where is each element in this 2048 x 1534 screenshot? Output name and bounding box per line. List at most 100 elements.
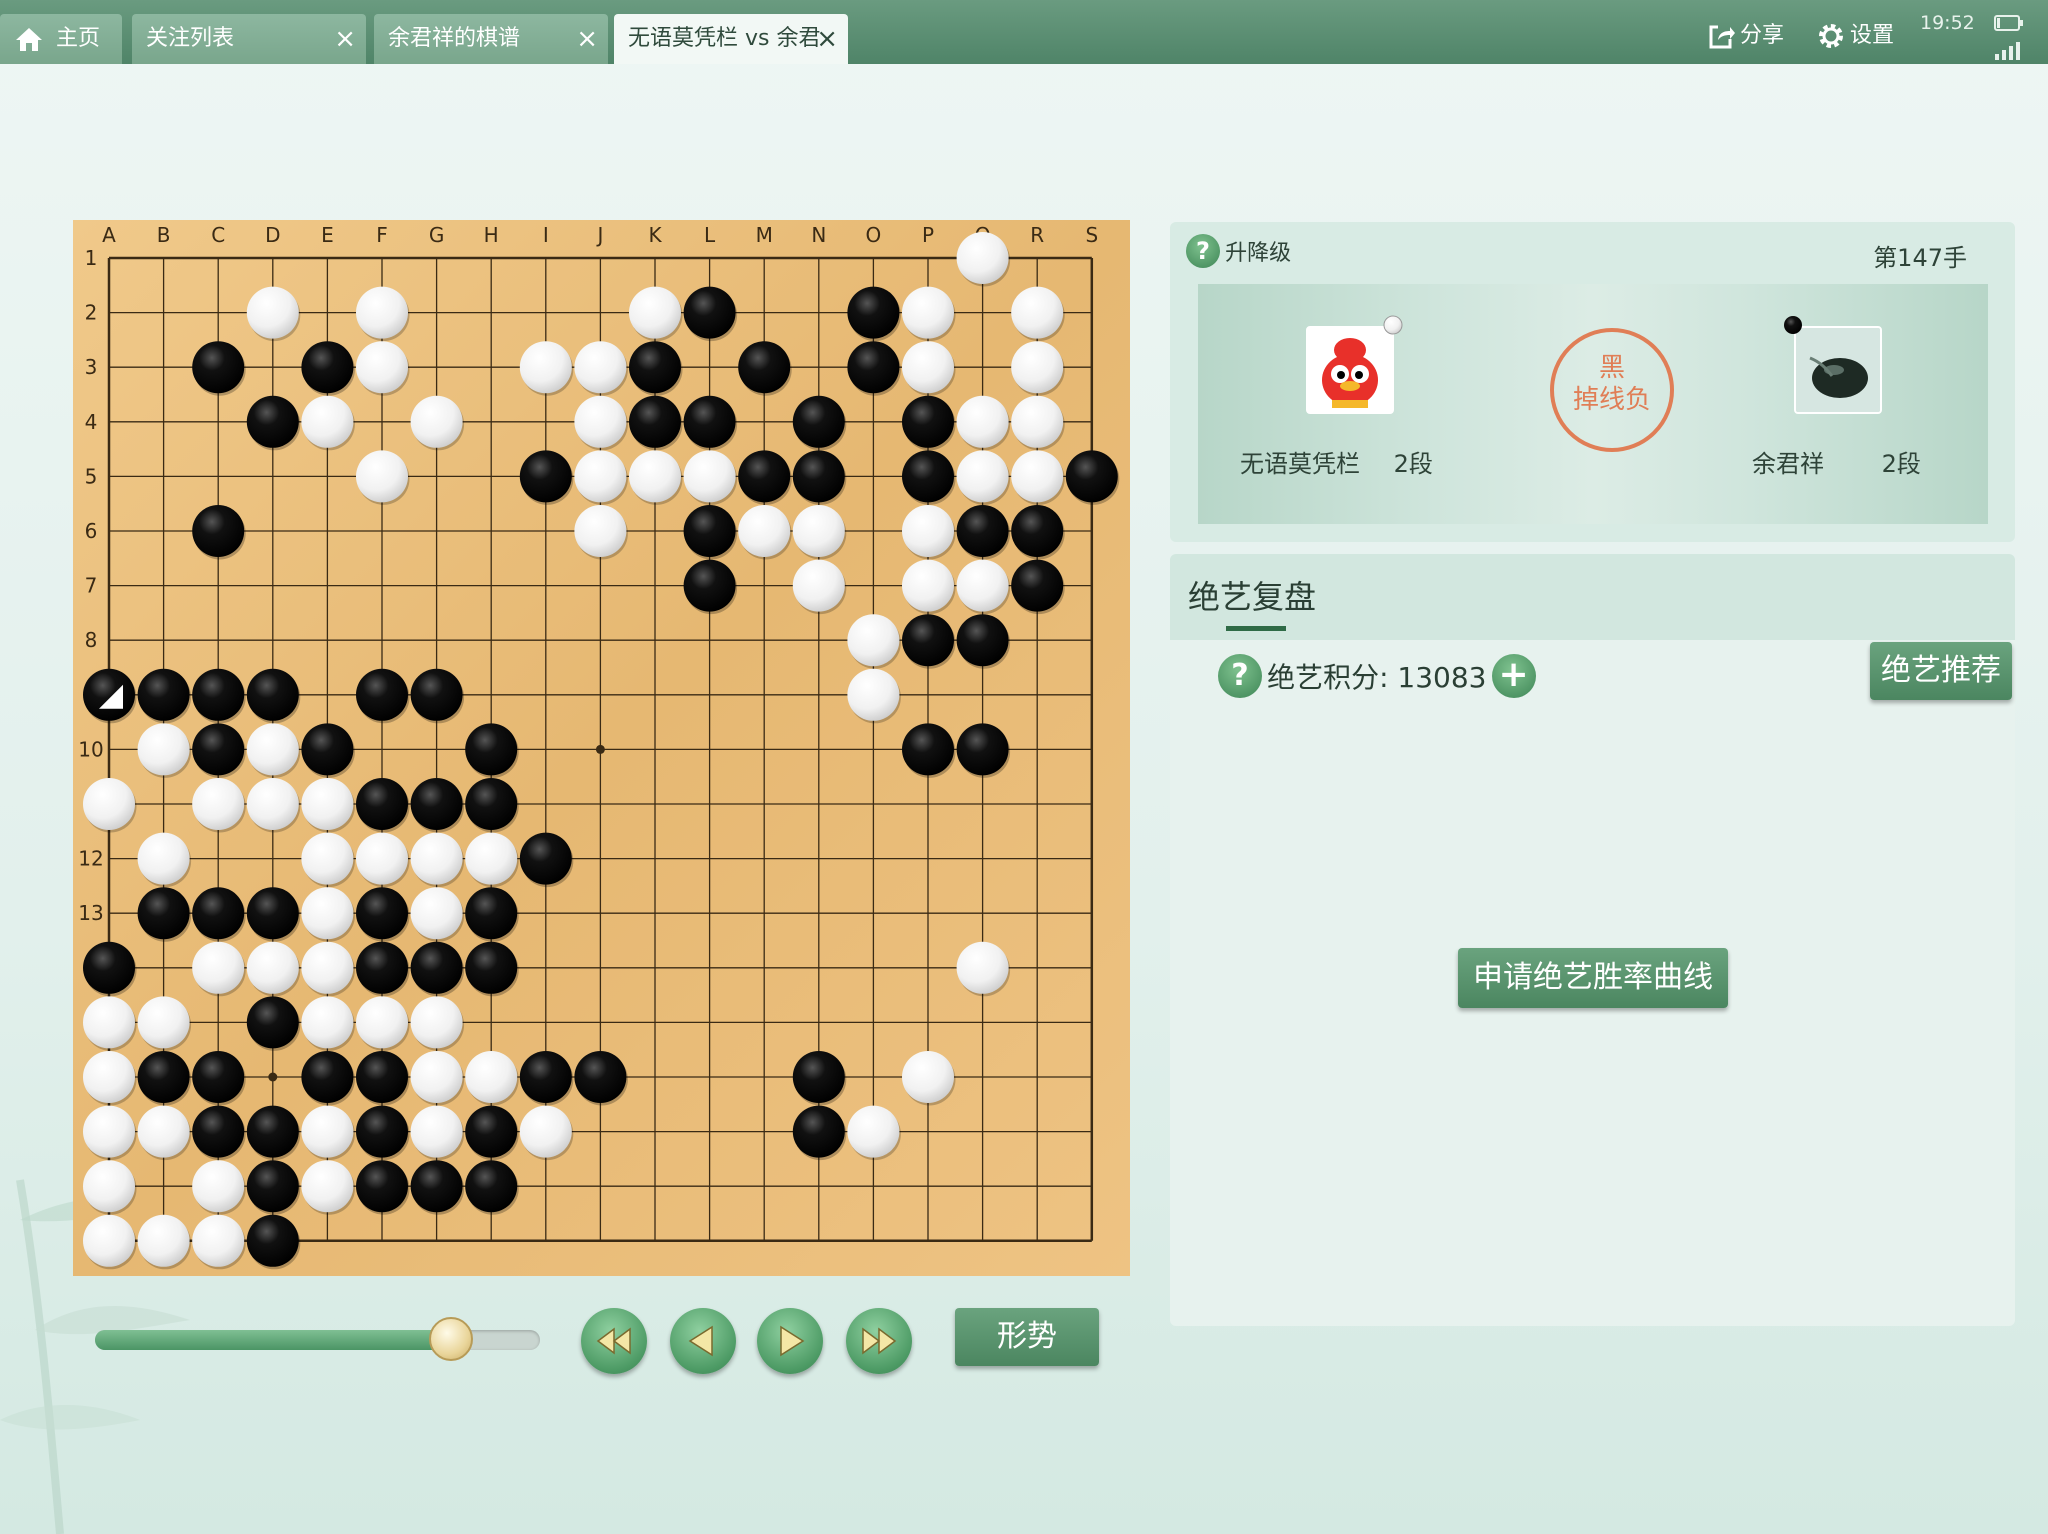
black-player-rank: 2段 — [1393, 450, 1433, 478]
tab-home[interactable]: 主页 — [0, 14, 122, 64]
column-label: N — [811, 223, 826, 247]
close-icon[interactable]: × — [576, 14, 598, 64]
go-board-svg[interactable]: ABCDEFGHIJKLMNOPQRS12345678101213 — [73, 220, 1130, 1276]
rank-change-label: 升降级 — [1225, 241, 1292, 266]
status-time: 19:52 — [1920, 12, 1975, 34]
white-stone — [519, 341, 572, 394]
share-button[interactable]: 分享 — [1706, 16, 1784, 56]
black-stone — [246, 395, 299, 448]
black-stone — [683, 505, 736, 557]
white-stone — [847, 614, 900, 667]
rank-change-row[interactable]: ? 升降级 — [1186, 234, 1291, 268]
gear-icon — [1819, 24, 1843, 48]
white-stone — [956, 559, 1009, 612]
close-icon[interactable]: × — [816, 14, 838, 64]
black-stone — [902, 614, 954, 667]
next-icon — [780, 1325, 805, 1357]
add-points-icon[interactable]: + — [1491, 654, 1536, 698]
white-stone — [1011, 341, 1064, 394]
black-stone — [192, 723, 245, 776]
ai-tabbar: 绝艺复盘 — [1170, 554, 2015, 640]
white-stone — [356, 450, 408, 503]
row-label: 8 — [85, 628, 98, 652]
white-stone — [574, 395, 627, 448]
black-stone — [902, 450, 954, 503]
black-stone — [847, 286, 900, 339]
black-player-name-text: 无语莫凭栏 — [1240, 450, 1360, 478]
black-stone — [192, 887, 245, 940]
white-stone — [83, 1105, 135, 1158]
column-label: A — [102, 223, 116, 247]
prev-move-button[interactable] — [670, 1308, 736, 1374]
black-stone — [465, 1105, 518, 1158]
row-label: 2 — [85, 301, 98, 325]
column-label: G — [429, 223, 445, 247]
top-bar: 主页 关注列表 × 余君祥的棋谱 × 无语莫凭栏 vs 余君 × 分享 设置 1… — [0, 0, 2048, 64]
next-move-button[interactable] — [757, 1308, 823, 1374]
settings-button[interactable]: 设置 — [1816, 16, 1894, 56]
row-label: 4 — [85, 410, 98, 434]
white-stone — [1011, 286, 1064, 339]
black-stone — [902, 723, 954, 776]
black-stone — [83, 668, 135, 721]
white-stone — [956, 232, 1009, 284]
column-label: L — [704, 223, 716, 247]
help-icon[interactable]: ? — [1218, 654, 1262, 698]
close-icon[interactable]: × — [334, 14, 356, 64]
battery-icon — [1994, 15, 2023, 31]
black-stone — [192, 1105, 245, 1158]
white-stone — [902, 505, 954, 557]
black-stone — [137, 1051, 190, 1103]
white-player-rank: 2段 — [1881, 450, 1921, 478]
white-stone — [410, 1051, 463, 1103]
black-stone — [683, 286, 736, 339]
white-stone — [192, 778, 245, 830]
black-stone — [956, 614, 1009, 667]
column-label: J — [595, 223, 603, 247]
black-stone — [356, 1160, 408, 1213]
white-stone — [574, 505, 627, 557]
black-stone — [683, 559, 736, 612]
apply-winrate-curve-button[interactable]: 申请绝艺胜率曲线 — [1458, 948, 1728, 1008]
ai-recommend-button[interactable]: 绝艺推荐 — [1870, 642, 2012, 700]
black-stone — [410, 778, 463, 830]
white-stone — [356, 286, 408, 339]
tab-game-record[interactable]: 无语莫凭栏 vs 余君 × — [614, 14, 848, 64]
white-stone — [465, 1051, 518, 1103]
black-player-avatar[interactable] — [1306, 326, 1394, 414]
white-stone — [192, 1160, 245, 1213]
black-stone — [246, 1105, 299, 1158]
black-stone — [356, 668, 408, 721]
tab-follow-list[interactable]: 关注列表 × — [132, 14, 366, 64]
black-stone — [192, 505, 245, 557]
tab-player-records[interactable]: 余君祥的棋谱 × — [374, 14, 608, 64]
move-slider-thumb[interactable] — [429, 1317, 473, 1361]
row-label: 10 — [78, 737, 103, 761]
tab-ai-review[interactable]: 绝艺复盘 — [1188, 572, 1316, 631]
result-reason: 掉线负 — [1572, 385, 1651, 415]
white-player-avatar[interactable] — [1794, 326, 1882, 414]
help-icon[interactable]: ? — [1186, 234, 1220, 268]
white-stone — [1011, 450, 1064, 503]
black-stone — [410, 668, 463, 721]
tab-label: 无语莫凭栏 vs 余君 — [628, 26, 821, 51]
go-board[interactable]: ABCDEFGHIJKLMNOPQRS12345678101213 — [73, 220, 1130, 1276]
last-move-button[interactable] — [846, 1308, 912, 1374]
column-label: C — [211, 223, 225, 247]
column-label: D — [265, 223, 280, 247]
white-stone-indicator-icon — [1383, 315, 1403, 335]
column-label: S — [1085, 223, 1098, 247]
white-stone — [574, 341, 627, 394]
white-stone — [137, 1214, 190, 1267]
white-stone — [301, 395, 354, 448]
black-stone — [465, 1160, 518, 1213]
situation-button[interactable]: 形势 — [955, 1308, 1099, 1366]
move-slider[interactable] — [95, 1317, 540, 1361]
black-stone — [356, 1051, 408, 1103]
black-stone — [465, 941, 518, 994]
black-stone — [1011, 559, 1064, 612]
tab-underline — [1226, 626, 1286, 631]
black-stone — [356, 778, 408, 830]
first-move-button[interactable] — [581, 1308, 647, 1374]
white-stone — [137, 832, 190, 885]
